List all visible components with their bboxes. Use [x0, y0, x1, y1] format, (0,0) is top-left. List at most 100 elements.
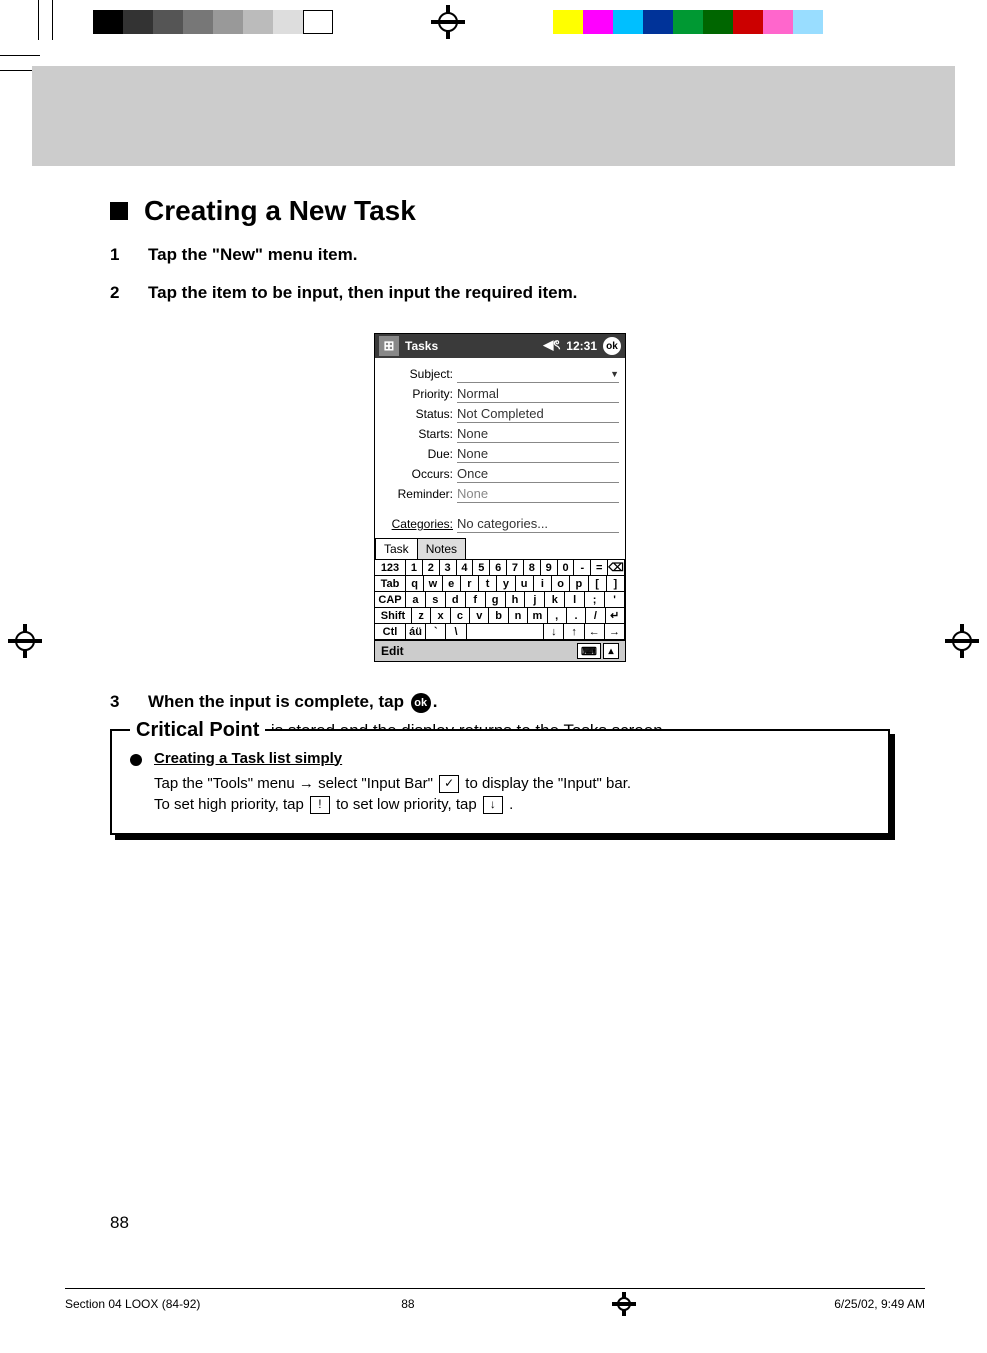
- key[interactable]: x: [430, 607, 450, 624]
- reminder-input[interactable]: None: [457, 485, 619, 503]
- step-number: 1: [110, 245, 126, 265]
- pda-time: 12:31: [566, 339, 597, 353]
- key[interactable]: 5: [472, 559, 490, 576]
- header-gray-band: [32, 66, 955, 166]
- shift-key[interactable]: Shift: [374, 607, 412, 624]
- sip-keyboard-icon[interactable]: ⌨: [577, 643, 601, 659]
- key[interactable]: p: [569, 575, 588, 592]
- key[interactable]: 8: [523, 559, 541, 576]
- starts-input[interactable]: None: [457, 425, 619, 443]
- key[interactable]: 2: [422, 559, 440, 576]
- key[interactable]: 9: [540, 559, 558, 576]
- speaker-icon[interactable]: ◀ৎ: [543, 336, 560, 357]
- critical-point-section: Critical Point Creating a Task list simp…: [110, 729, 890, 835]
- sip-up-icon[interactable]: ▴: [603, 643, 619, 659]
- ok-icon: ok: [411, 693, 431, 713]
- dropdown-icon[interactable]: ▼: [610, 369, 619, 379]
- key[interactable]: d: [445, 591, 466, 608]
- key[interactable]: 0: [557, 559, 575, 576]
- field-label[interactable]: Categories:: [381, 517, 457, 531]
- key[interactable]: u: [515, 575, 534, 592]
- tab-key[interactable]: Tab: [374, 575, 406, 592]
- space-key[interactable]: [466, 623, 545, 640]
- crop-mark: [0, 55, 40, 56]
- key[interactable]: ,: [547, 607, 567, 624]
- critical-point-heading: Critical Point: [130, 719, 265, 742]
- footer-section: Section 04 LOOX (84-92): [65, 1297, 200, 1311]
- key[interactable]: e: [442, 575, 461, 592]
- key[interactable]: f: [465, 591, 486, 608]
- field-label: Status:: [381, 407, 457, 421]
- key[interactable]: o: [551, 575, 570, 592]
- key[interactable]: j: [524, 591, 545, 608]
- start-flag-icon[interactable]: ⊞: [379, 336, 399, 356]
- key[interactable]: /: [585, 607, 605, 624]
- due-input[interactable]: None: [457, 445, 619, 463]
- pda-form: Subject:▼ Priority:Normal Status:Not Com…: [375, 358, 625, 536]
- key[interactable]: n: [508, 607, 528, 624]
- arrow-down-key[interactable]: ↓: [543, 623, 564, 640]
- ctl-key[interactable]: Ctl: [374, 623, 406, 640]
- tab-task[interactable]: Task: [375, 538, 418, 559]
- key[interactable]: h: [505, 591, 526, 608]
- caps-key[interactable]: CAP: [374, 591, 406, 608]
- key[interactable]: 1: [405, 559, 423, 576]
- key[interactable]: 3: [439, 559, 457, 576]
- pda-keyboard: 123 1 2 3 4 5 6 7 8 9 0 - = ⌫ Tab: [375, 560, 625, 640]
- key[interactable]: k: [544, 591, 565, 608]
- key[interactable]: 123: [374, 559, 406, 576]
- key[interactable]: s: [425, 591, 446, 608]
- backspace-key[interactable]: ⌫: [607, 559, 625, 576]
- key[interactable]: \: [445, 623, 466, 640]
- arrow-right-key[interactable]: →: [604, 623, 625, 640]
- tab-notes[interactable]: Notes: [417, 538, 466, 559]
- key[interactable]: =: [590, 559, 608, 576]
- bullet-icon: [130, 754, 142, 766]
- crop-mark: [38, 0, 39, 40]
- high-priority-icon: !: [310, 796, 330, 814]
- key[interactable]: 4: [456, 559, 474, 576]
- key[interactable]: l: [564, 591, 585, 608]
- key[interactable]: v: [469, 607, 489, 624]
- subject-input[interactable]: ▼: [457, 365, 619, 383]
- key[interactable]: t: [478, 575, 497, 592]
- categories-input[interactable]: No categories...: [457, 515, 619, 533]
- key[interactable]: 7: [506, 559, 524, 576]
- pda-tabs: Task Notes: [375, 538, 625, 560]
- ok-button[interactable]: ok: [603, 337, 621, 355]
- key[interactable]: c: [450, 607, 470, 624]
- key[interactable]: i: [533, 575, 552, 592]
- key[interactable]: 6: [489, 559, 507, 576]
- field-label: Occurs:: [381, 467, 457, 481]
- key[interactable]: a: [405, 591, 426, 608]
- section-heading: Creating a New Task: [110, 195, 890, 227]
- critical-body: Tap the "Tools" menu → select "Input Bar…: [154, 773, 870, 815]
- key[interactable]: y: [496, 575, 515, 592]
- priority-input[interactable]: Normal: [457, 385, 619, 403]
- key[interactable]: ': [604, 591, 625, 608]
- accent-key[interactable]: áü: [405, 623, 426, 640]
- key[interactable]: r: [460, 575, 479, 592]
- key[interactable]: b: [488, 607, 508, 624]
- status-input[interactable]: Not Completed: [457, 405, 619, 423]
- key[interactable]: `: [425, 623, 446, 640]
- footer-datetime: 6/25/02, 9:49 AM: [834, 1297, 925, 1311]
- key[interactable]: q: [405, 575, 424, 592]
- occurs-input[interactable]: Once: [457, 465, 619, 483]
- enter-key[interactable]: ↵: [605, 607, 625, 624]
- edit-menu[interactable]: Edit: [381, 644, 404, 658]
- key[interactable]: -: [573, 559, 591, 576]
- key[interactable]: m: [527, 607, 547, 624]
- key[interactable]: ;: [584, 591, 605, 608]
- key[interactable]: z: [411, 607, 431, 624]
- key[interactable]: w: [423, 575, 442, 592]
- field-label: Reminder:: [381, 487, 457, 501]
- key[interactable]: [: [588, 575, 607, 592]
- arrow-left-key[interactable]: ←: [584, 623, 605, 640]
- key[interactable]: .: [566, 607, 586, 624]
- arrow-up-key[interactable]: ↑: [563, 623, 584, 640]
- key[interactable]: g: [485, 591, 506, 608]
- registration-target-icon: [949, 628, 975, 654]
- pda-app-title: Tasks: [405, 339, 438, 353]
- key[interactable]: ]: [606, 575, 625, 592]
